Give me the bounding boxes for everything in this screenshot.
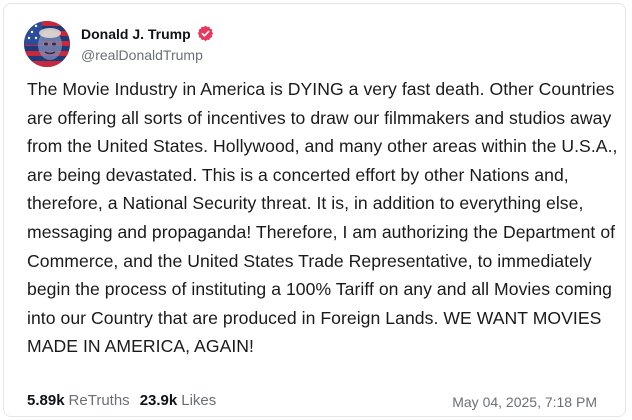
post-stats: 5.89k ReTruths 23.9k Likes [27, 392, 216, 409]
author-name-row: Donald J. Trump [81, 25, 214, 42]
retruths-stat[interactable]: 5.89k ReTruths [27, 392, 130, 409]
retruths-count: 5.89k [27, 392, 65, 409]
post-timestamp[interactable]: May 04, 2025, 7:18 PM [452, 394, 597, 410]
avatar[interactable] [24, 21, 70, 67]
author-display-name[interactable]: Donald J. Trump [81, 26, 191, 42]
likes-count: 23.9k [139, 392, 178, 409]
post-body-text: The Movie Industry in America is DYING a… [27, 79, 618, 357]
retruths-label: ReTruths [68, 392, 130, 409]
author-handle[interactable]: @realDonaldTrump [81, 47, 203, 63]
likes-stat[interactable]: 23.9k Likes [140, 392, 217, 409]
verified-badge-icon [197, 25, 214, 42]
likes-label: Likes [181, 392, 217, 409]
post-card: Donald J. Trump @realDonaldTrump The Mov… [3, 3, 626, 417]
